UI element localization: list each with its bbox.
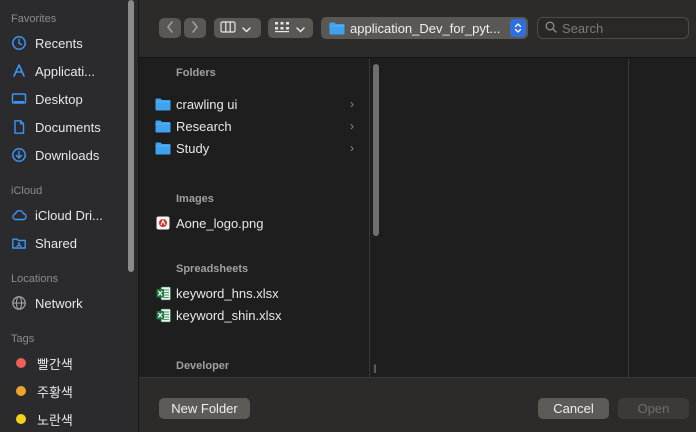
up-down-chevron-icon bbox=[510, 19, 526, 37]
file-row[interactable]: Aone_logo.png bbox=[155, 212, 360, 234]
sidebar-section-icloud: iCloud bbox=[11, 185, 43, 197]
tag-color-dot bbox=[16, 358, 26, 368]
group-header-spreadsheets: Spreadsheets bbox=[176, 263, 249, 275]
sidebar-section-locations: Locations bbox=[11, 273, 59, 285]
clock-icon bbox=[11, 35, 27, 51]
back-button[interactable] bbox=[159, 18, 181, 38]
toolbar: application_Dev_for_pyt... bbox=[139, 0, 696, 58]
folder-row[interactable]: Research › bbox=[155, 115, 360, 137]
chevron-down-icon bbox=[242, 21, 251, 36]
sidebar-item-desktop[interactable]: Desktop bbox=[11, 88, 127, 110]
footer-bar: New Folder Cancel Open bbox=[139, 377, 696, 432]
excel-file-icon bbox=[155, 285, 171, 301]
search-input[interactable] bbox=[562, 20, 682, 36]
sidebar-item-label: iCloud Dri... bbox=[35, 207, 103, 223]
applications-icon bbox=[11, 63, 27, 79]
sidebar-scrollbar[interactable] bbox=[128, 0, 134, 272]
chevron-down-icon bbox=[296, 21, 305, 36]
folder-row[interactable]: crawling ui › bbox=[155, 93, 360, 115]
cancel-button[interactable]: Cancel bbox=[538, 398, 609, 419]
sidebar-item-label: Recents bbox=[35, 35, 83, 51]
sidebar-item-recents[interactable]: Recents bbox=[11, 32, 127, 54]
file-name: Aone_logo.png bbox=[176, 215, 264, 231]
chevron-right-icon: › bbox=[350, 97, 354, 111]
sidebar-tag-yellow[interactable]: 노란색 bbox=[11, 408, 127, 430]
download-icon bbox=[11, 147, 27, 163]
document-icon bbox=[11, 119, 27, 135]
sidebar-item-network[interactable]: Network bbox=[11, 292, 127, 314]
sidebar-item-applications[interactable]: Applicati... bbox=[11, 60, 127, 82]
file-name: keyword_shin.xlsx bbox=[176, 307, 282, 323]
folder-icon bbox=[155, 140, 171, 156]
image-file-icon bbox=[155, 215, 171, 231]
tag-color-dot bbox=[16, 414, 26, 424]
sidebar-item-label: 빨간색 bbox=[37, 356, 73, 372]
preview-column bbox=[384, 59, 628, 377]
sidebar-item-label: Downloads bbox=[35, 147, 100, 163]
grid-icon bbox=[274, 21, 290, 36]
folder-name: Study bbox=[176, 140, 210, 156]
folder-icon bbox=[155, 96, 171, 112]
folder-icon bbox=[329, 22, 345, 35]
tag-color-dot bbox=[16, 386, 26, 396]
sidebar-section-tags: Tags bbox=[11, 333, 35, 345]
sidebar-section-favorites: Favorites bbox=[11, 13, 57, 25]
column-resize-handle[interactable]: || bbox=[373, 363, 377, 373]
sidebar-tag-orange[interactable]: 주황색 bbox=[11, 380, 127, 402]
folder-name: Research bbox=[176, 118, 232, 134]
path-popup-button[interactable]: application_Dev_for_pyt... bbox=[321, 17, 528, 39]
sidebar-item-label: 주황색 bbox=[37, 384, 73, 400]
columns-view-icon bbox=[220, 20, 236, 36]
chevron-right-icon: › bbox=[350, 141, 354, 155]
sidebar-item-documents[interactable]: Documents bbox=[11, 116, 127, 138]
shared-folder-icon bbox=[11, 235, 27, 251]
search-field[interactable] bbox=[537, 17, 689, 39]
sidebar-item-icloud-drive[interactable]: iCloud Dri... bbox=[11, 204, 127, 226]
new-folder-button[interactable]: New Folder bbox=[159, 398, 250, 419]
chevron-right-icon: › bbox=[350, 119, 354, 133]
excel-file-icon bbox=[155, 307, 171, 323]
group-by-button[interactable] bbox=[268, 18, 313, 38]
desktop-icon bbox=[11, 91, 27, 107]
group-header-developer: Developer bbox=[176, 360, 230, 372]
group-header-images: Images bbox=[176, 193, 214, 205]
sidebar: Favorites Recents Applicati... Desktop D… bbox=[0, 0, 139, 432]
empty-column bbox=[628, 59, 696, 377]
file-row[interactable]: keyword_shin.xlsx bbox=[155, 304, 360, 326]
path-label: application_Dev_for_pyt... bbox=[350, 20, 501, 36]
column-divider bbox=[369, 59, 370, 377]
file-row[interactable]: keyword_hns.xlsx bbox=[155, 282, 360, 304]
sidebar-item-downloads[interactable]: Downloads bbox=[11, 144, 127, 166]
cloud-icon bbox=[11, 207, 27, 223]
sidebar-item-label: 노란색 bbox=[37, 412, 73, 428]
folder-row[interactable]: Study › bbox=[155, 137, 360, 159]
open-button[interactable]: Open bbox=[618, 398, 689, 419]
sidebar-item-label: Documents bbox=[35, 119, 101, 135]
chevron-right-icon bbox=[191, 20, 199, 36]
sidebar-item-label: Desktop bbox=[35, 91, 83, 107]
column-scrollbar[interactable] bbox=[373, 64, 379, 236]
folder-name: crawling ui bbox=[176, 96, 238, 112]
search-icon bbox=[545, 21, 557, 36]
forward-button[interactable] bbox=[184, 18, 206, 38]
chevron-left-icon bbox=[166, 20, 174, 36]
file-name: keyword_hns.xlsx bbox=[176, 285, 279, 301]
group-header-folders: Folders bbox=[176, 67, 216, 79]
folder-icon bbox=[155, 118, 171, 134]
sidebar-item-label: Applicati... bbox=[35, 63, 95, 79]
sidebar-item-shared[interactable]: Shared bbox=[11, 232, 127, 254]
globe-icon bbox=[11, 295, 27, 311]
sidebar-item-label: Network bbox=[35, 295, 83, 311]
view-mode-button[interactable] bbox=[214, 18, 261, 38]
sidebar-item-label: Shared bbox=[35, 235, 77, 251]
sidebar-tag-red[interactable]: 빨간색 bbox=[11, 352, 127, 374]
